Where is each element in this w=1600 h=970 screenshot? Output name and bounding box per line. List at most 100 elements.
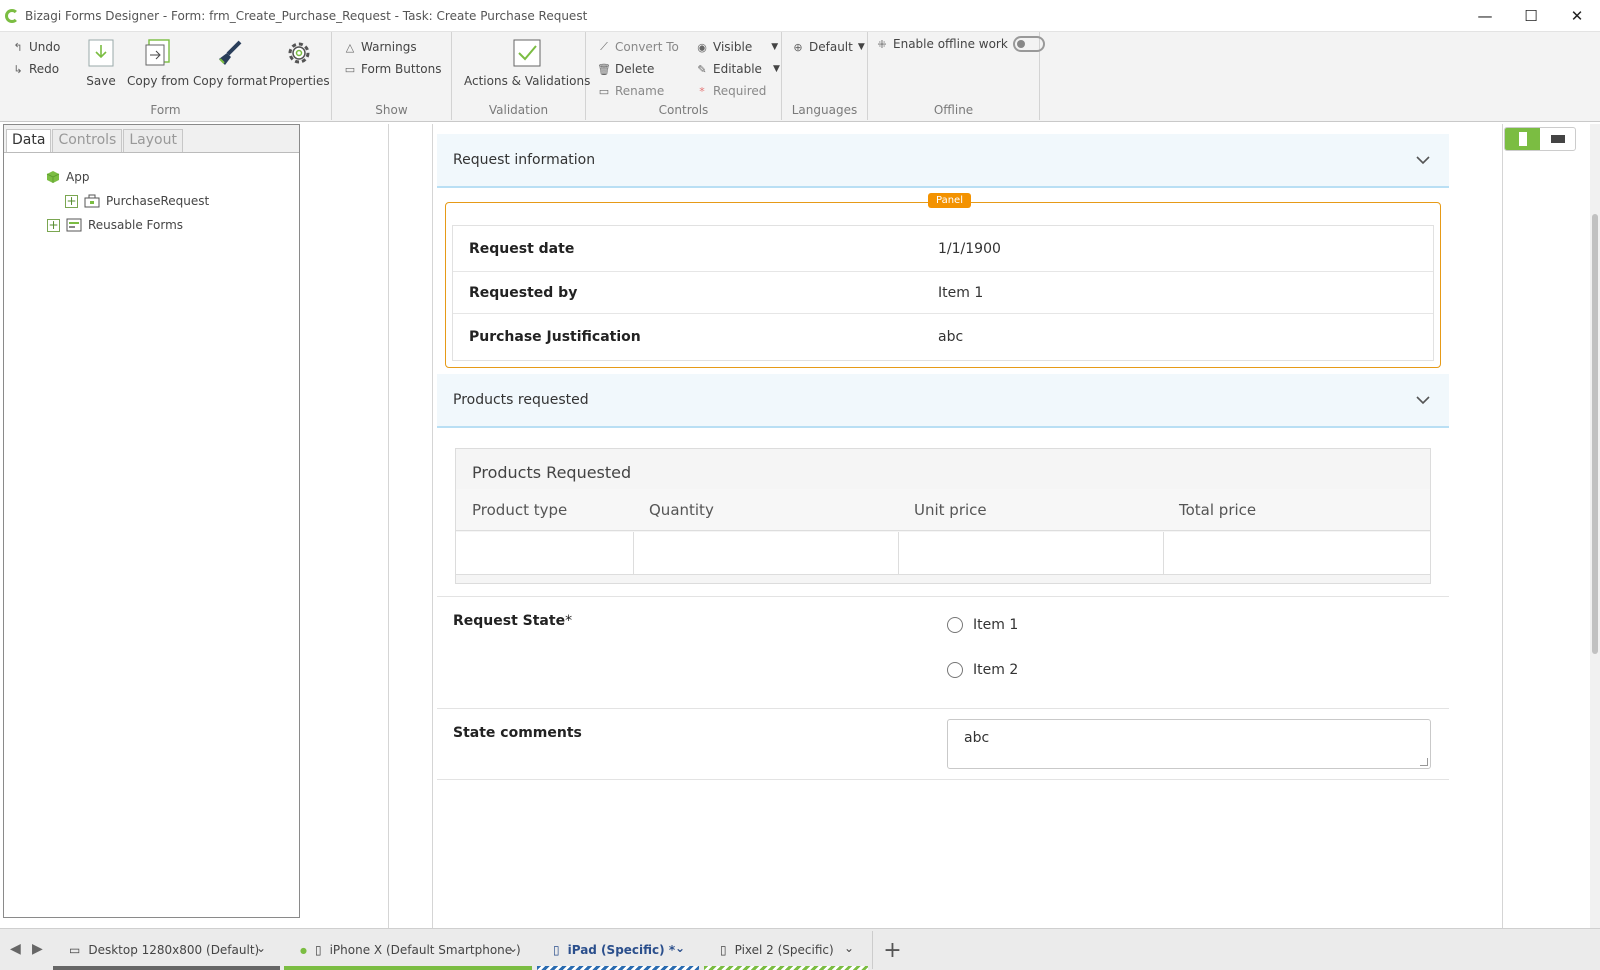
expand-plus-icon[interactable]: + (65, 194, 78, 208)
grid-cell[interactable] (634, 532, 899, 575)
grid-column-header[interactable]: Unit price (914, 501, 987, 519)
products-title: Products requested (453, 392, 589, 408)
paintbrush-icon (215, 38, 245, 68)
chevron-down-icon[interactable] (1415, 152, 1431, 168)
radio-option-item-1[interactable]: Item 1 (947, 617, 1018, 633)
grid-column-header[interactable]: Total price (1179, 501, 1256, 519)
canvas-guide-inner (432, 124, 433, 928)
ribbon-group-form: ↰ Undo ↳ Redo Save Copy from Copy format (0, 32, 332, 120)
grid-empty-row[interactable] (456, 532, 1430, 575)
field-label: Requested by (469, 284, 578, 301)
scrollbar-thumb[interactable] (1592, 214, 1598, 654)
canvas-scrollbar[interactable] (1590, 124, 1600, 928)
copy-format-button[interactable]: Copy format (193, 38, 267, 88)
rename-button[interactable]: ▭ Rename (598, 84, 664, 98)
request-info-group-header[interactable]: Request information (437, 134, 1449, 188)
products-grid[interactable]: Products Requested Product type Quantity… (455, 448, 1431, 584)
offline-group-label: Offline (933, 103, 974, 117)
tab-controls[interactable]: Controls (52, 129, 123, 152)
form-buttons-button[interactable]: ▭ Form Buttons (344, 62, 442, 76)
chevron-down-icon[interactable] (1415, 392, 1431, 408)
landscape-view-button[interactable] (1540, 128, 1575, 150)
close-button[interactable]: ✕ (1554, 0, 1600, 32)
device-tab-label: iPhone X (Default Smartphone ) (329, 943, 521, 957)
field-row-purchase-justification[interactable]: Purchase Justification abc (453, 314, 1433, 360)
required-button[interactable]: * Required (696, 84, 766, 98)
properties-label: Properties (269, 74, 330, 88)
maximize-button[interactable]: ☐ (1508, 0, 1554, 32)
radio-circle[interactable] (947, 617, 963, 633)
scroll-left-icon[interactable]: ◀ (10, 941, 21, 957)
tree-node-purchaserequest[interactable]: + PurchaseRequest (65, 194, 209, 208)
window-title: Bizagi Forms Designer - Form: frm_Create… (25, 8, 588, 23)
device-tab-ipad[interactable]: ▯ iPad (Specific) * ⌄ (537, 929, 699, 970)
products-group-header[interactable]: Products requested (437, 374, 1449, 428)
tree-label-app: App (66, 170, 90, 184)
save-button[interactable]: Save (86, 38, 116, 88)
chevron-down-icon[interactable]: ⌄ (844, 941, 854, 955)
editable-label: Editable (713, 62, 762, 76)
request-state-row[interactable]: Request State* Item 1 Item 2 (437, 596, 1449, 708)
request-state-label-text: Request State (453, 613, 566, 629)
add-device-tab-button[interactable]: + (872, 931, 912, 969)
tab-data[interactable]: Data (6, 129, 52, 152)
field-value: Item 1 (938, 284, 984, 301)
actions-validations-button[interactable]: Actions & Validations (464, 38, 590, 88)
radio-circle[interactable] (947, 662, 963, 678)
expand-plus-icon[interactable]: + (47, 218, 60, 232)
field-row-requested-by[interactable]: Requested by Item 1 (453, 272, 1433, 314)
copy-from-button[interactable]: Copy from (127, 38, 189, 88)
visible-dropdown[interactable]: ◉ Visible ▼ (696, 40, 778, 54)
offline-switch[interactable] (1012, 36, 1045, 52)
redo-button[interactable]: ↳ Redo (12, 62, 59, 76)
tab-layout[interactable]: Layout (123, 129, 183, 152)
field-row-request-date[interactable]: Request date 1/1/1900 (453, 226, 1433, 272)
warning-triangle-icon: △ (345, 40, 355, 54)
convert-to-button[interactable]: ⟋ Convert To (598, 40, 679, 54)
resize-handle-icon[interactable] (1420, 758, 1428, 766)
properties-button[interactable]: Properties (269, 38, 330, 88)
actions-validations-label: Actions & Validations (464, 74, 591, 88)
device-tab-bar: ◀ ▶ ▭ Desktop 1280x800 (Default) ⌄ ● ▯ i… (0, 928, 1600, 970)
device-tab-desktop[interactable]: ▭ Desktop 1280x800 (Default) ⌄ (53, 929, 280, 970)
radio-option-item-2[interactable]: Item 2 (947, 662, 1018, 678)
tree-label-reusable-forms: Reusable Forms (88, 218, 184, 232)
rename-icon: ▭ (598, 84, 610, 98)
grid-cell[interactable] (1164, 532, 1430, 575)
tree-node-app[interactable]: App (46, 170, 89, 184)
enable-offline-toggle[interactable]: ⁜ Enable offline work (876, 36, 1045, 52)
device-tab-pixel2[interactable]: ▯ Pixel 2 (Specific) ⌄ (704, 929, 868, 970)
field-value: abc (938, 329, 964, 345)
chevron-down-icon[interactable]: ⌄ (256, 941, 266, 955)
title-bar: Bizagi Forms Designer - Form: frm_Create… (0, 0, 1600, 32)
undo-button[interactable]: ↰ Undo (12, 40, 60, 54)
grid-column-header[interactable]: Quantity (649, 501, 714, 519)
warnings-button[interactable]: △ Warnings (344, 40, 417, 54)
orientation-toggle[interactable] (1504, 127, 1576, 151)
chevron-down-icon[interactable]: ⌄ (675, 941, 685, 955)
canvas-guide-right (1502, 124, 1503, 928)
chevron-down-icon[interactable]: ⌄ (508, 941, 518, 955)
data-explorer-panel: Data Controls Layout App + PurchaseReque… (3, 124, 300, 918)
form-buttons-icon: ▭ (344, 62, 356, 76)
save-label: Save (86, 74, 116, 88)
grid-cell[interactable] (456, 532, 634, 575)
chevron-down-icon: ▼ (771, 42, 779, 52)
editable-dropdown[interactable]: ✎ Editable ▼ (696, 62, 779, 76)
request-info-panel[interactable]: Panel Request date 1/1/1900 Requested by… (445, 193, 1441, 368)
portrait-view-button[interactable] (1505, 128, 1540, 150)
grid-cell[interactable] (899, 532, 1164, 575)
tree-node-reusable-forms[interactable]: + Reusable Forms (47, 218, 183, 232)
state-comments-textarea[interactable]: abc (947, 719, 1431, 769)
scroll-right-icon[interactable]: ▶ (32, 941, 43, 957)
grid-column-header[interactable]: Product type (472, 501, 567, 519)
state-comments-row[interactable]: State comments abc (437, 708, 1449, 780)
minimize-button[interactable]: — (1462, 0, 1508, 32)
redo-icon: ↳ (13, 62, 23, 76)
delete-button[interactable]: 🗑 Delete (597, 62, 654, 76)
copy-from-icon (143, 38, 173, 68)
device-tab-iphone[interactable]: ● ▯ iPhone X (Default Smartphone ) ⌄ (284, 929, 532, 970)
field-label: Request date (469, 240, 575, 257)
language-dropdown[interactable]: ⊕ Default ▼ (792, 40, 864, 54)
canvas-guide-left (388, 124, 389, 928)
